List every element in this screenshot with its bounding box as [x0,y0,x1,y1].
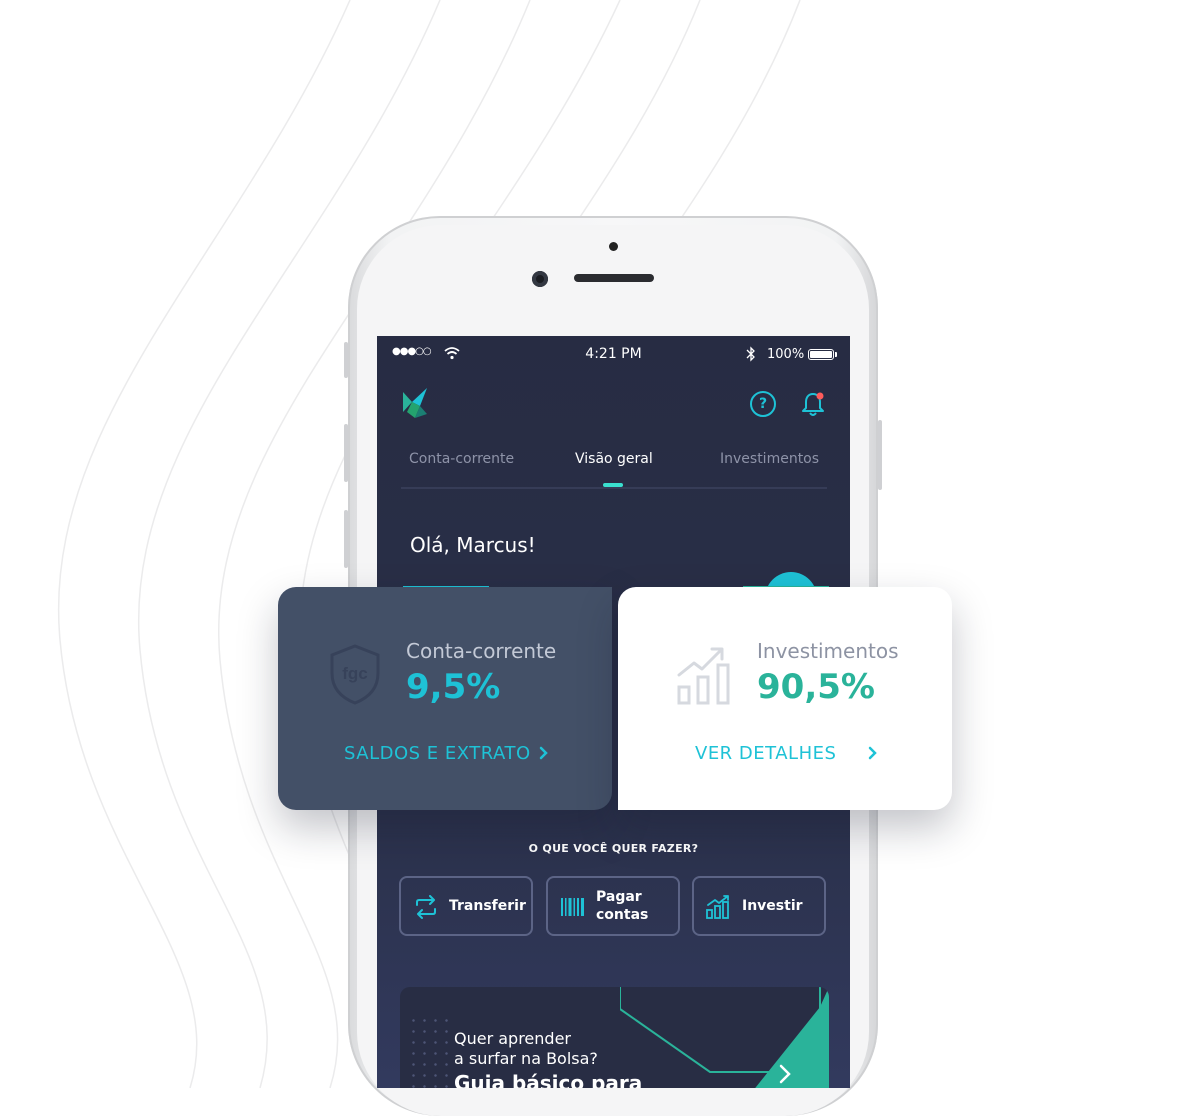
invest-button[interactable]: Investir [692,876,826,936]
phone-sensor [609,242,618,251]
promo-chevron-icon [779,1064,791,1084]
barcode-icon [561,898,584,916]
conta-corrente-card[interactable]: fgc Conta-corrente 9,5% SALDOS E EXTRATO [278,587,612,810]
promo-line1: Quer aprender [454,1029,571,1048]
ver-detalhes-link[interactable]: VER DETALHES [695,743,836,764]
transfer-label: Transferir [449,898,526,914]
investimentos-card-label: Investimentos [757,639,899,663]
bar-chart-icon [706,895,729,919]
investimentos-card[interactable]: Investimentos 90,5% VER DETALHES [618,587,952,810]
front-camera [532,271,548,287]
svg-text:fgc: fgc [342,664,368,683]
bluetooth-icon [746,346,755,362]
pay-bills-button[interactable]: Pagar contas [546,876,680,936]
pay-bills-label: Pagar contas [596,878,648,934]
phone-power-button [878,420,882,490]
tab-visao-geral[interactable]: Visão geral [575,451,653,467]
investimentos-card-value: 90,5% [757,667,875,707]
battery-icon [808,349,834,360]
actions-title: O QUE VOCÊ QUER FAZER? [528,842,699,855]
tab-conta-corrente[interactable]: Conta-corrente [409,451,514,467]
tab-investimentos[interactable]: Investimentos [720,451,819,467]
fgc-shield-icon: fgc [330,644,380,705]
battery-tip [835,352,837,357]
promo-banner[interactable]: Quer aprender a surfar na Bolsa? Guia bás… [400,987,829,1088]
promo-text: Quer aprender a surfar na Bolsa? [454,1029,598,1069]
promo-shape [620,987,829,1088]
transfer-icon [416,895,436,919]
phone-volume-down [344,510,348,568]
tab-active-indicator [603,483,623,487]
conta-card-label: Conta-corrente [406,639,557,663]
tab-underline-track [401,487,827,489]
promo-headline: Guia básico para [454,1071,643,1088]
phone-mute-switch [344,342,348,378]
help-icon[interactable]: ? [750,391,776,417]
promo-dot-pattern [408,1015,452,1088]
logo-icon[interactable] [403,388,431,420]
saldos-extrato-link[interactable]: SALDOS E EXTRATO [344,743,531,764]
greeting-text: Olá, Marcus! [410,533,536,557]
bell-icon[interactable] [800,390,826,418]
phone-volume-up [344,424,348,482]
earpiece-speaker [574,274,654,282]
chevron-right-icon [539,746,548,760]
status-bar: ●●●○○ 4:21 PM 100% [377,336,850,372]
battery-percent: 100% [767,347,805,362]
pay-bills-label-line1: Pagar [596,889,642,905]
transfer-button[interactable]: Transferir [399,876,533,936]
promo-line2: a surfar na Bolsa? [454,1049,598,1068]
growth-chart-icon [677,647,730,705]
invest-label: Investir [742,898,803,914]
notification-dot [816,392,824,400]
chevron-right-icon [868,746,877,760]
conta-card-value: 9,5% [406,667,501,707]
pay-bills-label-line2: contas [596,907,649,923]
